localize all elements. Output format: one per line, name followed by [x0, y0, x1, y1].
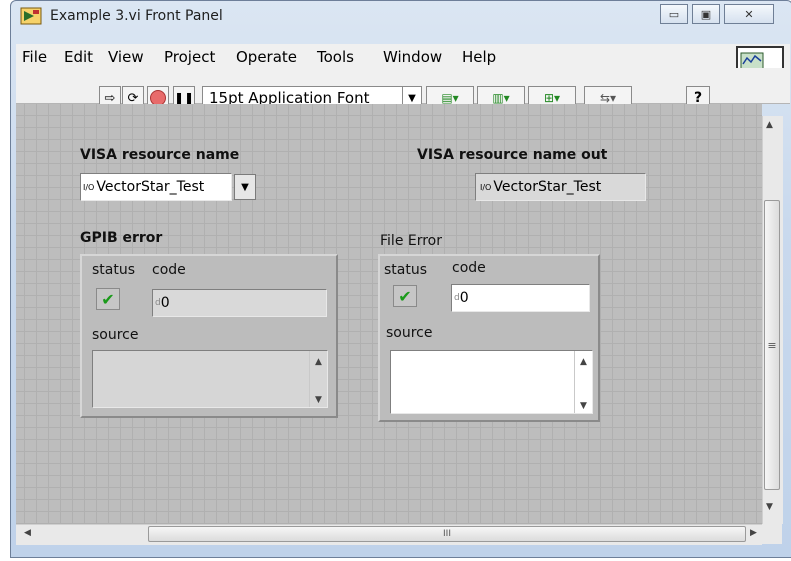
visa-in-label: VISA resource name	[80, 147, 240, 163]
gpib-code-label: code	[152, 262, 186, 278]
h-grip: III	[443, 529, 451, 539]
visa-in-field[interactable]: I/O VectorStar_Test	[80, 173, 232, 201]
minimize-icon: ▭	[668, 7, 680, 21]
checkmark-icon: ✔	[398, 286, 412, 306]
file-error-label: File Error	[380, 233, 443, 249]
scroll-down-icon[interactable]: ▼	[766, 502, 773, 512]
visa-out-value: VectorStar_Test	[493, 179, 602, 195]
arrow-down-icon: ▼	[580, 401, 587, 411]
gpib-status-label: status	[92, 262, 136, 278]
arrow-down-icon: ▼	[315, 395, 322, 405]
file-code-value: 0	[459, 290, 469, 306]
file-source-field[interactable]: ▲ ▼	[390, 350, 593, 414]
close-icon: ✕	[744, 7, 754, 21]
menu-tools[interactable]: Tools	[317, 48, 354, 66]
menu-help[interactable]: Help	[462, 48, 496, 66]
file-source-value	[391, 351, 399, 355]
resize-objects-icon: ⊞▾	[543, 91, 561, 105]
gpib-code-value: 0	[160, 295, 170, 311]
menu-file[interactable]: File	[22, 48, 47, 66]
visa-in-value: VectorStar_Test	[96, 179, 205, 195]
file-status-control[interactable]: ✔	[393, 285, 417, 307]
maximize-button[interactable]: ▣	[692, 4, 720, 24]
minimize-button[interactable]: ▭	[660, 4, 688, 24]
arrow-up-icon: ▲	[580, 357, 587, 367]
menu-view[interactable]: View	[108, 48, 144, 66]
menu-edit[interactable]: Edit	[64, 48, 93, 66]
scroll-right-icon[interactable]: ▶	[750, 528, 757, 538]
horizontal-scroll-thumb[interactable]: III	[148, 526, 746, 542]
io-icon: I/O	[83, 182, 95, 192]
scroll-up-icon[interactable]: ▲	[766, 120, 773, 130]
file-code-label: code	[452, 260, 486, 276]
close-button[interactable]: ✕	[724, 4, 774, 24]
reorder-icon: ⇆▾	[599, 91, 617, 105]
gpib-status-indicator: ✔	[96, 288, 120, 310]
maximize-icon: ▣	[700, 7, 712, 21]
file-source-scrollbar[interactable]: ▲ ▼	[574, 351, 592, 413]
gpib-source-value	[93, 351, 101, 355]
gpib-source-field: ▲ ▼	[92, 350, 328, 408]
distribute-objects-icon: ▥▾	[492, 91, 510, 105]
pause-icon: ❚❚	[173, 91, 195, 105]
visa-in-dropdown[interactable]: ▼	[234, 174, 256, 200]
io-icon: I/O	[480, 182, 492, 192]
window-title: Example 3.vi Front Panel	[50, 8, 223, 24]
chevron-down-icon: ▼	[241, 181, 249, 193]
vi-app-icon	[20, 7, 42, 25]
align-objects-icon: ▤▾	[441, 91, 459, 105]
arrow-up-icon: ▲	[315, 357, 322, 367]
gpib-error-label: GPIB error	[80, 230, 163, 246]
file-source-label: source	[386, 325, 433, 341]
vertical-scroll-thumb[interactable]: ≡	[764, 200, 780, 490]
visa-out-label: VISA resource name out	[417, 147, 608, 163]
checkmark-icon: ✔	[101, 289, 115, 309]
v-grip: ≡	[767, 338, 777, 352]
menu-operate[interactable]: Operate	[236, 48, 297, 66]
gpib-code-field: d 0	[152, 289, 327, 317]
file-status-label: status	[384, 262, 428, 278]
visa-out-field: I/O VectorStar_Test	[475, 173, 646, 201]
gpib-source-label: source	[92, 327, 139, 343]
file-code-field[interactable]: d 0	[451, 284, 590, 312]
scroll-left-icon[interactable]: ◀	[24, 528, 31, 538]
menu-window[interactable]: Window	[383, 48, 442, 66]
menu-project[interactable]: Project	[164, 48, 215, 66]
size-grip[interactable]	[762, 524, 782, 544]
gpib-source-scrollbar[interactable]: ▲ ▼	[309, 351, 327, 407]
